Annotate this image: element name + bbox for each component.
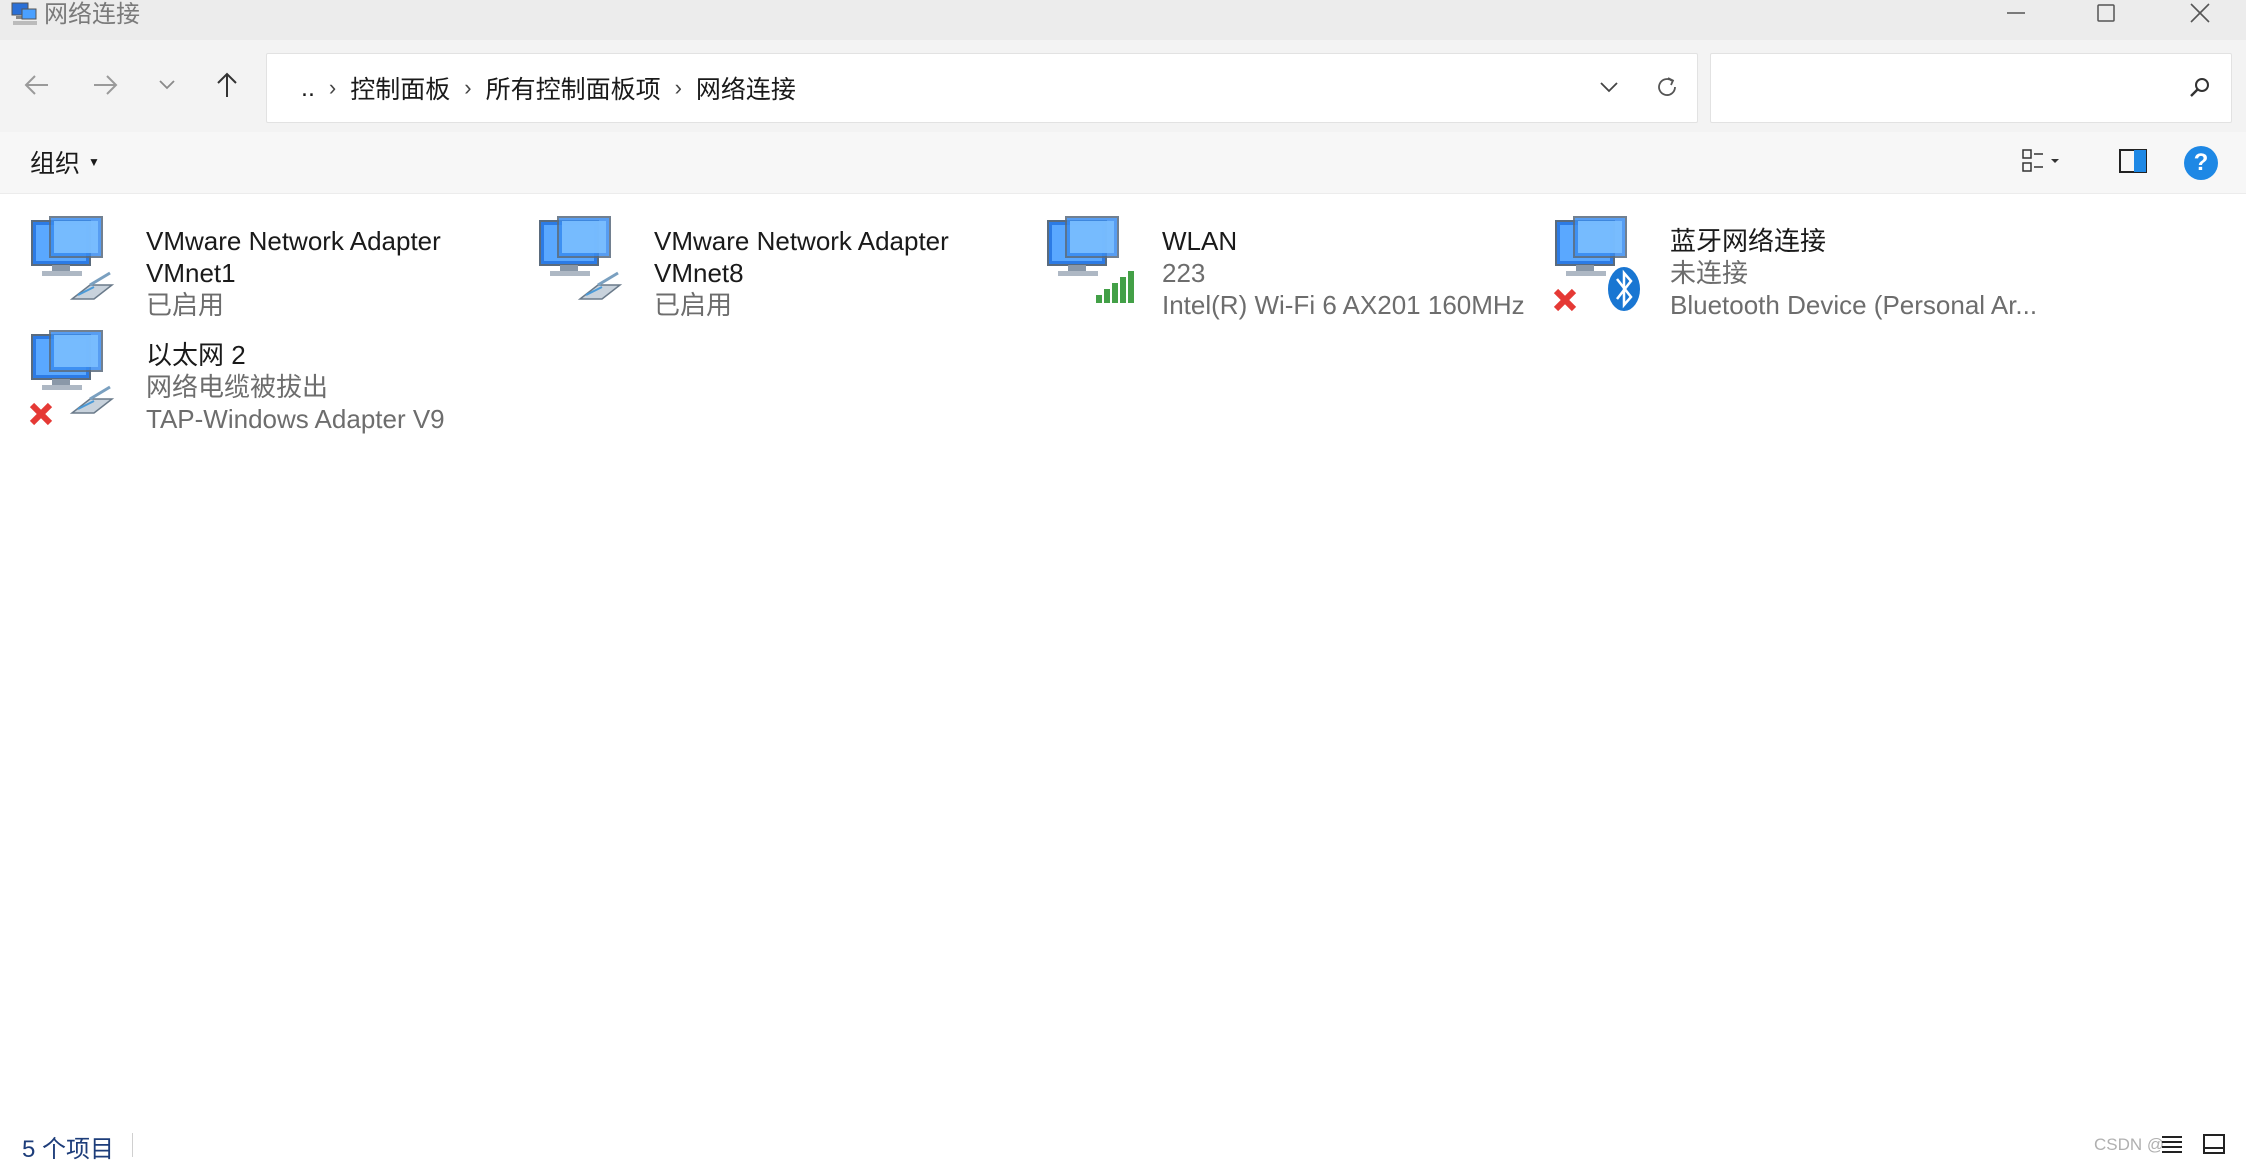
chevron-right-icon[interactable]: › [675, 75, 682, 101]
chevron-down-icon [156, 74, 178, 101]
help-icon: ? [2184, 146, 2218, 180]
ethernet-adapter-icon [536, 215, 636, 315]
refresh-icon [1654, 74, 1680, 105]
close-icon [2188, 1, 2212, 30]
list-item-ethernet-2[interactable]: 以太网 2 网络电缆被拔出 TAP-Windows Adapter V9 [28, 323, 528, 434]
help-glyph: ? [2193, 149, 2209, 176]
window-title: 网络连接 [44, 1, 140, 28]
up-button[interactable] [202, 66, 252, 108]
search-box[interactable] [1710, 53, 2232, 123]
preview-pane-icon [2118, 148, 2148, 179]
chevron-right-icon[interactable]: › [464, 75, 471, 101]
watermark: CSDN @ [2094, 1135, 2165, 1154]
organize-label: 组织 [30, 150, 81, 178]
search-input[interactable] [1725, 68, 2165, 108]
breadcrumb: .. › 控制面板 › 所有控制面板项 › 网络连接 [301, 54, 796, 122]
wifi-adapter-icon [1044, 215, 1144, 315]
bluetooth-adapter-icon [1552, 215, 1652, 315]
close-button[interactable] [2160, 0, 2240, 30]
details-view-button[interactable] [2158, 1133, 2186, 1159]
command-bar: 组织 ▼ ? [0, 132, 2246, 194]
change-view-button[interactable] [2012, 140, 2070, 186]
connection-name: VMware Network Adapter [654, 226, 949, 256]
refresh-button[interactable] [1643, 66, 1691, 112]
recent-locations-button[interactable] [142, 66, 192, 108]
chevron-down-icon [1598, 76, 1620, 103]
connection-device: Intel(R) Wi-Fi 6 AX201 160MHz [1162, 290, 1525, 320]
connection-device: TAP-Windows Adapter V9 [146, 404, 445, 434]
maximize-button[interactable] [2066, 0, 2146, 30]
organize-menu-button[interactable]: 组织 ▼ [18, 140, 112, 184]
connection-device: Bluetooth Device (Personal Ar... [1670, 290, 2038, 320]
back-button[interactable] [12, 66, 62, 108]
list-item-vmnet1[interactable]: VMware Network Adapter VMnet1 已启用 [28, 209, 528, 320]
maximize-icon [2095, 2, 2117, 29]
connection-name: 蓝牙网络连接 [1670, 226, 1827, 256]
connection-status: 223 [1162, 258, 1206, 288]
list-item-wlan[interactable]: WLAN 223 Intel(R) Wi-Fi 6 AX201 160MHz [1044, 209, 1544, 320]
breadcrumb-network-connections[interactable]: 网络连接 [696, 70, 796, 106]
connections-list: VMware Network Adapter VMnet1 已启用 VMware… [0, 195, 2246, 1095]
connection-name: WLAN [1162, 226, 1238, 256]
connection-name: 以太网 2 [146, 340, 246, 370]
connection-name: VMware Network Adapter [146, 226, 441, 256]
status-bar: 5 个项目 CSDN @ [0, 1125, 2246, 1165]
connection-status: 未连接 [1670, 258, 1749, 288]
details-view-icon [2160, 1133, 2184, 1160]
preview-pane-button[interactable] [2110, 140, 2156, 186]
minimize-icon [2005, 2, 2027, 29]
ethernet-adapter-icon [28, 329, 128, 429]
status-divider [132, 1133, 133, 1157]
breadcrumb-all-control-panel-items[interactable]: 所有控制面板项 [486, 70, 661, 106]
search-button[interactable] [2179, 68, 2221, 110]
forward-button[interactable] [80, 66, 130, 108]
item-count: 5 个项目 [22, 1136, 115, 1163]
caret-down-icon: ▼ [88, 155, 100, 169]
connection-name-line2: VMnet8 [654, 258, 744, 288]
minimize-button[interactable] [1976, 0, 2056, 30]
help-button[interactable]: ? [2180, 140, 2222, 186]
large-icons-view-icon [2202, 1133, 2226, 1160]
arrow-left-icon [22, 70, 52, 105]
breadcrumb-overflow[interactable]: .. [301, 74, 315, 103]
navigation-bar: .. › 控制面板 › 所有控制面板项 › 网络连接 [0, 40, 2246, 132]
search-icon [2188, 75, 2212, 104]
connection-status: 已启用 [146, 290, 225, 320]
arrow-right-icon [90, 70, 120, 105]
view-options-icon [2021, 147, 2061, 180]
arrow-up-icon [212, 70, 242, 105]
chevron-right-icon[interactable]: › [329, 75, 336, 101]
address-bar[interactable]: .. › 控制面板 › 所有控制面板项 › 网络连接 [266, 53, 1698, 123]
title-bar: 网络连接 [0, 0, 2246, 40]
large-icons-view-button[interactable] [2200, 1133, 2228, 1159]
network-connections-app-icon [10, 1, 40, 27]
list-item-vmnet8[interactable]: VMware Network Adapter VMnet8 已启用 [536, 209, 1036, 320]
address-dropdown-button[interactable] [1585, 66, 1633, 112]
list-item-bluetooth[interactable]: 蓝牙网络连接 未连接 Bluetooth Device (Personal Ar… [1552, 209, 2052, 320]
connection-name-line2: VMnet1 [146, 258, 236, 288]
connection-status: 已启用 [654, 290, 733, 320]
breadcrumb-control-panel[interactable]: 控制面板 [350, 70, 450, 106]
connection-status: 网络电缆被拔出 [146, 372, 329, 402]
ethernet-adapter-icon [28, 215, 128, 315]
